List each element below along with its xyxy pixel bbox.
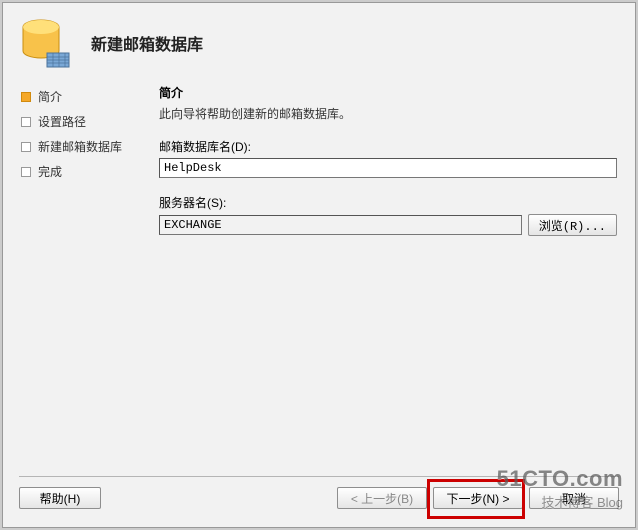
wizard-body: 简介 设置路径 新建邮箱数据库 完成 简介 此向导将帮助创建新的邮箱数据库。 邮… xyxy=(3,80,635,476)
step-label: 新建邮箱数据库 xyxy=(38,138,122,155)
step-label: 简介 xyxy=(38,88,62,105)
server-name-label: 服务器名(S): xyxy=(159,194,617,211)
wizard-footer: 帮助(H) < 上一步(B) 下一步(N) > 取消 xyxy=(3,475,635,527)
server-name-row: 浏览(R)... xyxy=(159,214,617,236)
step-finish: 完成 xyxy=(19,159,147,184)
wizard-content: 简介 此向导将帮助创建新的邮箱数据库。 邮箱数据库名(D): 服务器名(S): … xyxy=(153,80,625,476)
step-label: 完成 xyxy=(38,163,62,180)
db-name-input[interactable] xyxy=(159,158,617,178)
step-marker-icon xyxy=(21,167,31,177)
database-icon xyxy=(17,15,73,71)
help-button[interactable]: 帮助(H) xyxy=(19,487,101,509)
server-name-input[interactable] xyxy=(159,215,522,235)
wizard-header: 新建邮箱数据库 xyxy=(3,3,635,80)
step-marker-icon xyxy=(21,142,31,152)
back-button[interactable]: < 上一步(B) xyxy=(337,487,427,509)
wizard-title: 新建邮箱数据库 xyxy=(91,31,203,55)
step-new-database: 新建邮箱数据库 xyxy=(19,134,147,159)
cancel-button[interactable]: 取消 xyxy=(529,487,619,509)
browse-button[interactable]: 浏览(R)... xyxy=(528,214,617,236)
section-description: 此向导将帮助创建新的邮箱数据库。 xyxy=(159,105,617,122)
step-set-path: 设置路径 xyxy=(19,109,147,134)
step-label: 设置路径 xyxy=(38,113,86,130)
db-name-row xyxy=(159,158,617,178)
db-name-label: 邮箱数据库名(D): xyxy=(159,138,617,155)
wizard-window: 新建邮箱数据库 简介 设置路径 新建邮箱数据库 完成 简介 此向导将帮助创建新的… xyxy=(2,2,636,528)
next-button[interactable]: 下一步(N) > xyxy=(433,487,523,509)
wizard-steps: 简介 设置路径 新建邮箱数据库 完成 xyxy=(13,80,153,476)
step-marker-icon xyxy=(21,117,31,127)
step-intro: 简介 xyxy=(19,84,147,109)
step-marker-icon xyxy=(21,92,31,102)
section-title: 简介 xyxy=(159,84,617,101)
